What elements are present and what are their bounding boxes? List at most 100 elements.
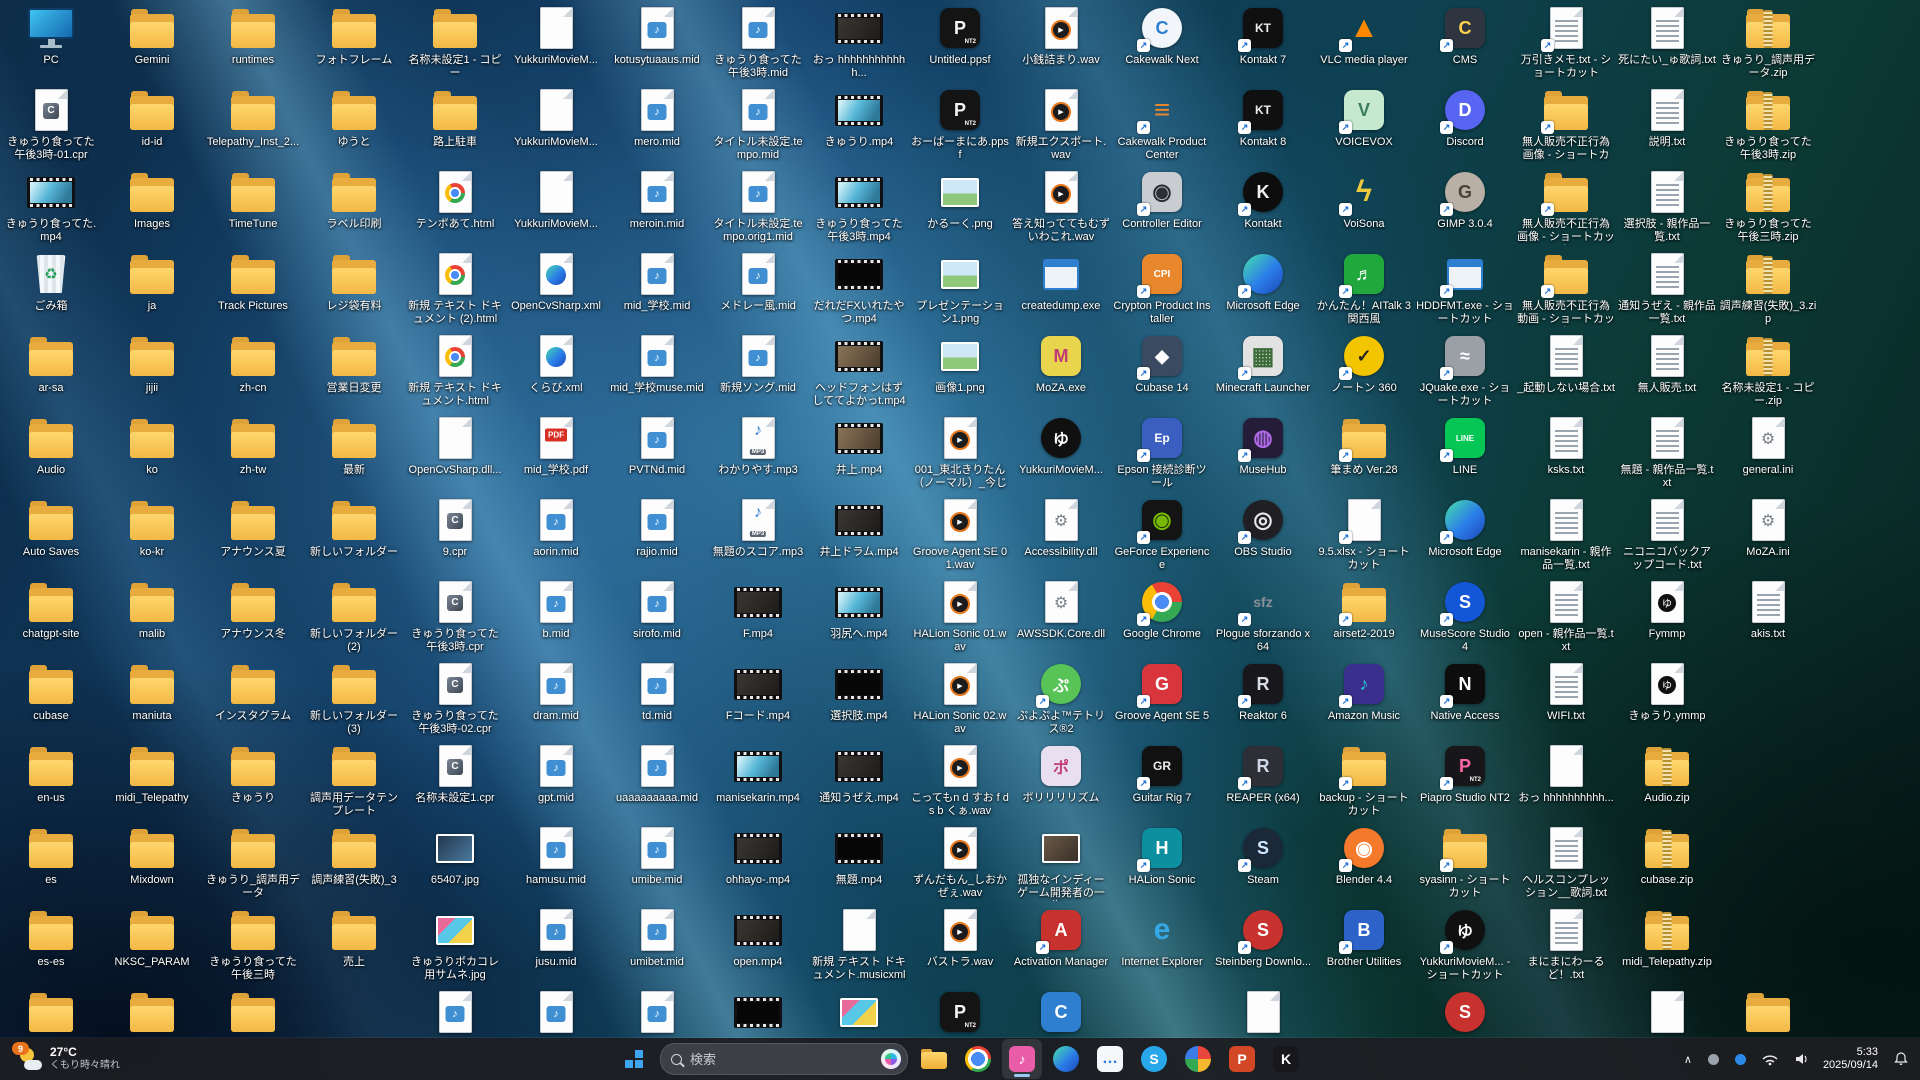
desktop-icon[interactable]: ゆうと [305,86,403,149]
desktop-icon[interactable]: PDFmid_学校.pdf [507,414,605,477]
desktop-icon[interactable]: 説明.txt [1618,86,1716,149]
desktop-icon[interactable]: jijii [103,332,201,395]
desktop-icon[interactable]: ♪rajio.mid [608,496,706,559]
desktop-icon[interactable]: C [1012,988,1110,1036]
desktop-icon[interactable]: ↗airset2-2019 [1315,578,1413,641]
desktop-icon[interactable]: 新規 テキスト ドキュメント.html [406,332,504,408]
desktop-icon[interactable]: ♪jusu.mid [507,906,605,969]
desktop-icon[interactable]: TimeTune [204,168,302,231]
desktop-icon[interactable]: ♻ごみ箱 [2,250,100,313]
desktop-icon[interactable]: ♪mid_学校muse.mid [608,332,706,395]
search-box[interactable] [660,1043,908,1075]
desktop-icon[interactable]: 通知うぜえ.mp4 [810,742,908,805]
desktop-icon[interactable]: MMoZA.exe [1012,332,1110,395]
file-explorer-taskbar-icon[interactable] [914,1039,954,1079]
desktop-icon[interactable]: H↗HALion Sonic [1113,824,1211,887]
desktop-icon[interactable]: ♪uaaaaaaaaa.mid [608,742,706,805]
desktop-icon[interactable]: G↗Groove Agent SE 5 [1113,660,1211,723]
desktop-icon[interactable]: きゅうりボカコレ用サムネ.jpg [406,906,504,982]
desktop-icon[interactable]: ▶ずんだもん_しおかぜぇ.wav [911,824,1009,900]
desktop-icon[interactable]: ◉↗Controller Editor [1113,168,1211,231]
desktop-icon[interactable]: Images [103,168,201,231]
desktop-icon[interactable]: ♪sirofo.mid [608,578,706,641]
desktop-icon[interactable]: ♪b.mid [507,578,605,641]
desktop-icon[interactable]: ↗Microsoft Edge [1416,496,1514,559]
desktop-icon[interactable]: 新規 テキスト ドキュメント.musicxml [810,906,908,982]
desktop-icon[interactable]: runtimes [204,4,302,67]
desktop-icon[interactable]: ♪↗Amazon Music [1315,660,1413,723]
desktop-icon[interactable]: ♪ [406,988,504,1036]
desktop-icon[interactable]: 名称未設定1 - コピー [406,4,504,80]
desktop-icon[interactable]: PC [2,4,100,67]
desktop-icon[interactable]: アナウンス夏 [204,496,302,559]
desktop-icon[interactable]: Ep↗Epson 接続診断ツール [1113,414,1211,490]
desktop-icon[interactable]: sfz↗Plogue sforzando x64 [1214,578,1312,654]
desktop-icon[interactable]: きゅうり_調声用データ [204,824,302,900]
desktop-icon[interactable]: V↗VOICEVOX [1315,86,1413,149]
desktop-icon[interactable]: Cきゅうり食ってた午後3時-01.cpr [2,86,100,162]
desktop-icon[interactable]: ♪mero.mid [608,86,706,149]
desktop-icon[interactable]: ↗筆まめ Ver.28 [1315,414,1413,477]
desktop-icon[interactable]: まにまにわーるど！.txt [1517,906,1615,982]
desktop-icon[interactable]: ♪タイトル未設定.tempo.mid [709,86,807,162]
desktop-icon[interactable]: かるーく.png [911,168,1009,231]
desktop-icon[interactable]: 死にたい_ゅ歌詞.txt [1618,4,1716,67]
desktop-icon[interactable]: ♪ [507,988,605,1036]
desktop-icon[interactable] [204,988,302,1036]
desktop-icon[interactable]: zh-cn [204,332,302,395]
desktop-icon[interactable]: 井上.mp4 [810,414,908,477]
desktop-icon[interactable]: ヘッドフォンはずしててよかっt.mp4 [810,332,908,408]
desktop-icon[interactable]: 無題 - 親作品一覧.txt [1618,414,1716,490]
desktop-icon[interactable]: S↗Steam [1214,824,1312,887]
hidden-icons-chevron[interactable]: ∧ [1681,1044,1695,1074]
desktop-icon[interactable]: 通知うぜえ - 親作品一覧.txt [1618,250,1716,326]
desktop-icon[interactable]: chatgpt-site [2,578,100,641]
desktop-icon[interactable]: おっ hhhhhhhhhhhh... [810,4,908,80]
desktop-icon[interactable]: es-es [2,906,100,969]
desktop-icon[interactable]: 路上駐車 [406,86,504,149]
desktop-icon[interactable]: ▶001_東北きりたん（ノーマル）_今じゃ... [911,414,1009,491]
desktop-icon[interactable]: midi_Telepathy.zip [1618,906,1716,969]
desktop-icon[interactable]: S [1416,988,1514,1036]
desktop-icon[interactable]: zh-tw [204,414,302,477]
desktop-icon[interactable]: ↗Google Chrome [1113,578,1211,641]
desktop-icon[interactable]: きゅうり [204,742,302,805]
desktop-icon[interactable]: S↗MuseScore Studio 4 [1416,578,1514,654]
chat-app-taskbar-icon[interactable]: … [1090,1039,1130,1079]
desktop-icon[interactable]: id-id [103,86,201,149]
desktop-icon[interactable]: ◆↗Cubase 14 [1113,332,1211,395]
search-input[interactable] [688,1051,875,1068]
desktop-icon[interactable]: 選択肢.mp4 [810,660,908,723]
desktop-icon[interactable]: 羽尻へ.mp4 [810,578,908,641]
desktop-icon[interactable]: ↗無人販売不正行為画像 - ショートカット [1517,168,1615,245]
desktop-icon[interactable]: malib [103,578,201,641]
desktop-icon[interactable]: ▶HALion Sonic 02.wav [911,660,1009,736]
desktop-icon[interactable]: en-us [2,742,100,805]
desktop-icon[interactable]: ゆYukkuriMovieM... [1012,414,1110,477]
desktop-icon[interactable]: ♪MP3無題のスコア.mp3 [709,496,807,559]
desktop-icon[interactable]: 新しいフォルダー (2) [305,578,403,654]
desktop-icon[interactable]: PNT2 [911,988,1009,1036]
desktop-icon[interactable]: CPI↗Crypton Product Installer [1113,250,1211,326]
desktop-icon[interactable]: ♪kotusytuaaus.mid [608,4,706,67]
desktop-icon[interactable]: インスタグラム [204,660,302,723]
desktop-icon[interactable]: ≈↗JQuake.exe - ショートカット [1416,332,1514,408]
desktop-icon[interactable]: PNT2Untitled.ppsf [911,4,1009,67]
desktop-icon[interactable]: ♪MP3わかりやす.mp3 [709,414,807,477]
desktop-icon[interactable]: R↗Reaktor 6 [1214,660,1312,723]
desktop-icon[interactable]: 孤独なインディーゲーム開発者の一生... [1012,824,1110,901]
desktop-icon[interactable]: Audio.zip [1618,742,1716,805]
desktop-icon[interactable]: ksks.txt [1517,414,1615,477]
desktop-icon[interactable]: ◎↗OBS Studio [1214,496,1312,559]
desktop-icon[interactable] [103,988,201,1036]
music-app-taskbar-icon[interactable]: ♪ [1002,1039,1042,1079]
desktop-icon[interactable]: ▶HALion Sonic 01.wav [911,578,1009,654]
desktop-icon[interactable]: ⚙Accessibility.dll [1012,496,1110,559]
desktop-icon[interactable]: ラベル印刷 [305,168,403,231]
desktop-icon[interactable]: midi_Telepathy [103,742,201,805]
desktop-icon[interactable]: ぷ↗ぷよぷよ™テトリス®2 [1012,660,1110,736]
desktop-icon[interactable]: きゅうり_調声用データ.zip [1719,4,1817,80]
desktop-icon[interactable]: ↗9.5.xlsx - ショートカット [1315,496,1413,572]
desktop-icon[interactable]: ohhayo-.mp4 [709,824,807,887]
desktop-icon[interactable]: ↗backup - ショートカット [1315,742,1413,818]
